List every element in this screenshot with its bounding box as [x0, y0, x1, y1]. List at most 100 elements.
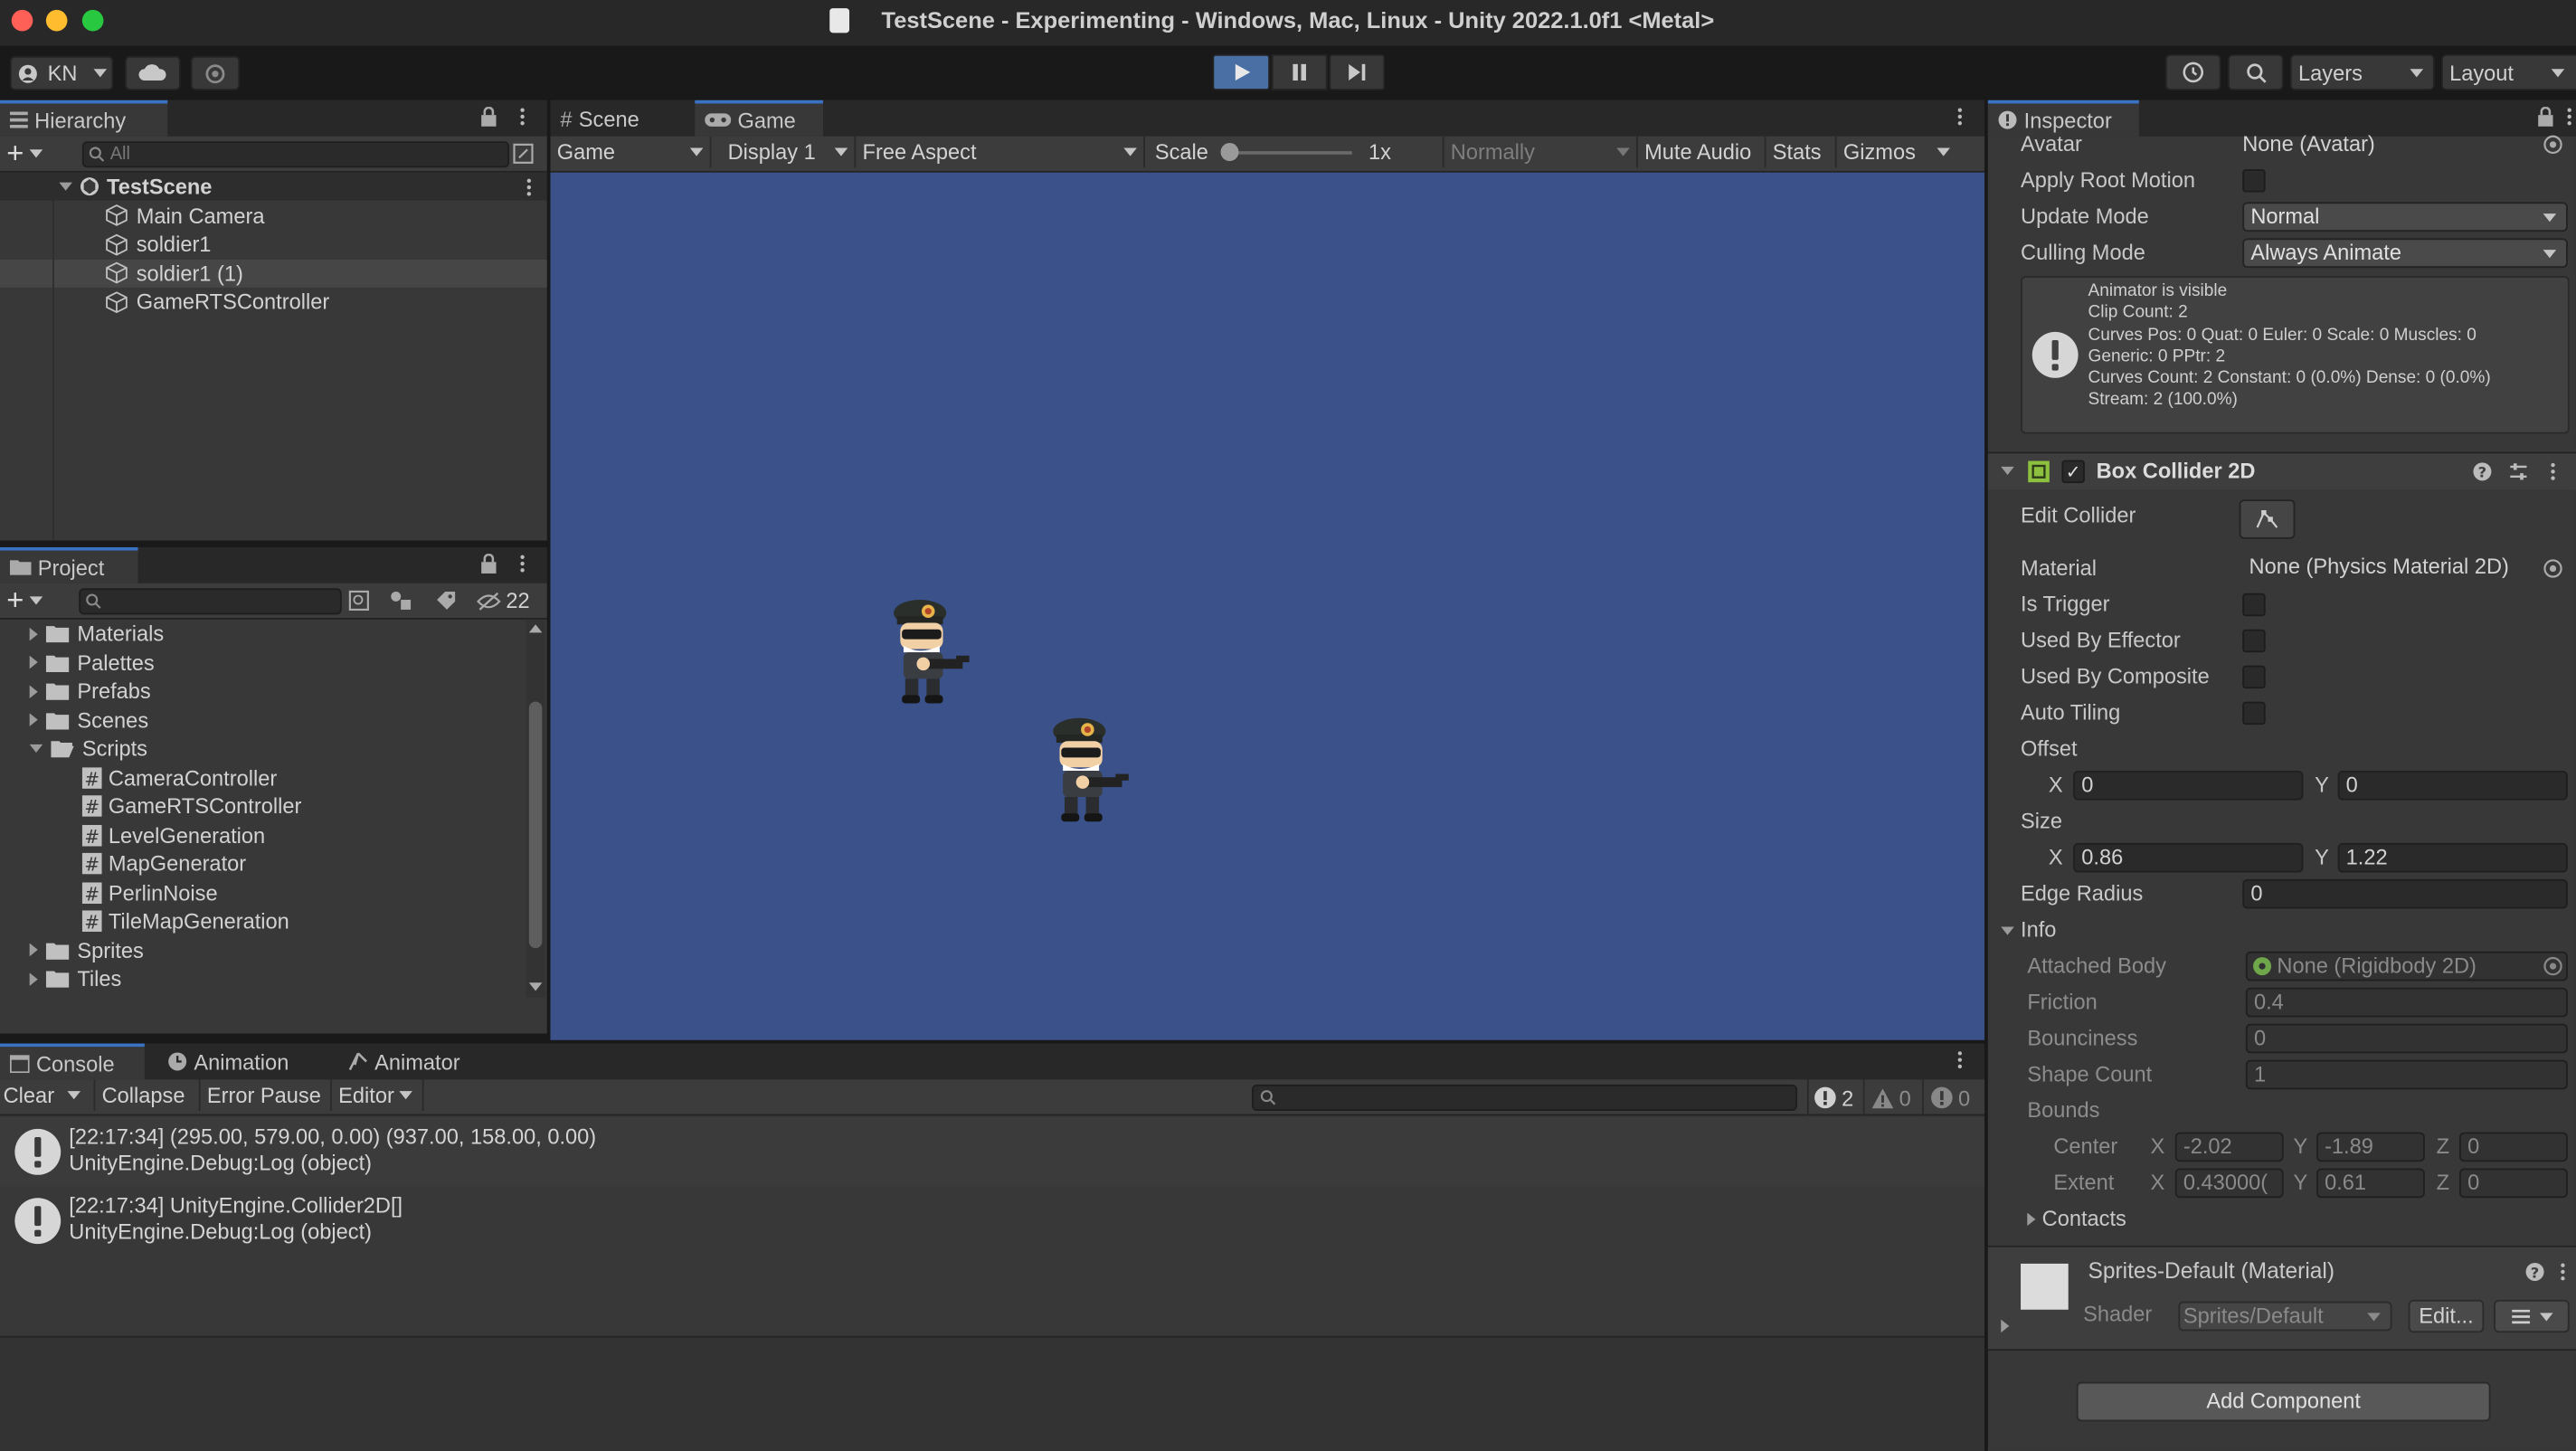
hierarchy-item-main-camera[interactable]: Main Camera [105, 202, 264, 231]
soldier-sprite[interactable] [887, 596, 980, 708]
contacts-foldout[interactable]: Contacts [2027, 1203, 2126, 1236]
cloud-button[interactable] [125, 55, 181, 90]
object-picker-icon[interactable] [2543, 559, 2563, 579]
project-create-dropdown[interactable]: + [6, 585, 43, 614]
update-mode-dropdown[interactable]: Normal [2242, 202, 2568, 232]
close-window-button[interactable] [11, 9, 33, 32]
project-script-tilemapgeneration[interactable]: # TileMapGeneration [81, 907, 289, 936]
is-trigger-checkbox[interactable] [2242, 593, 2266, 617]
tab-hierarchy[interactable]: Hierarchy [0, 100, 168, 137]
play-focus-dropdown[interactable]: Normally [1444, 136, 1638, 168]
kebab-menu-icon[interactable] [1956, 107, 1963, 127]
filter-type-icon[interactable] [389, 590, 412, 612]
pause-button[interactable] [1271, 53, 1328, 90]
horizontal-splitter[interactable] [0, 1039, 1985, 1044]
tab-console[interactable]: Console [0, 1043, 145, 1080]
create-dropdown[interactable]: + [6, 138, 43, 167]
project-folder-scenes[interactable]: Scenes [29, 706, 148, 735]
project-folder-prefabs[interactable]: Prefabs [29, 677, 151, 706]
layout-dropdown[interactable]: Layout [2441, 53, 2576, 90]
hidden-packages-toggle[interactable]: 22 [477, 588, 530, 613]
project-script-gamertscontroller[interactable]: # GameRTSController [81, 792, 301, 821]
tab-scene[interactable]: # Scene [550, 100, 685, 137]
layers-dropdown[interactable]: Layers [2289, 53, 2435, 90]
kebab-menu-icon[interactable] [2560, 1262, 2566, 1282]
hierarchy-search-input[interactable]: All [81, 141, 510, 168]
soldier-sprite[interactable] [1046, 715, 1139, 827]
apply-root-motion-checkbox[interactable] [2242, 169, 2266, 193]
tab-game[interactable]: Game [695, 100, 823, 137]
editor-dropdown[interactable]: Editor [332, 1079, 424, 1111]
tab-animation[interactable]: Animation [157, 1043, 315, 1079]
object-picker-icon[interactable] [2543, 956, 2563, 976]
console-entry[interactable]: [22:17:34] (295.00, 579.00, 0.00) (937.0… [0, 1117, 1985, 1187]
horizontal-splitter[interactable] [0, 540, 547, 547]
add-component-button[interactable]: Add Component [2076, 1381, 2491, 1422]
project-script-levelgeneration[interactable]: # LevelGeneration [81, 820, 265, 849]
shader-dropdown[interactable]: Sprites/Default [2178, 1301, 2392, 1332]
collapse-toggle[interactable]: Collapse [95, 1079, 201, 1111]
edit-shader-button[interactable]: Edit... [2408, 1299, 2485, 1333]
auto-tiling-checkbox[interactable] [2242, 701, 2266, 726]
attached-body-field[interactable]: None (Rigidbody 2D) [2245, 951, 2568, 982]
kebab-menu-icon[interactable] [1956, 1050, 1963, 1070]
material-field[interactable]: None (Physics Material 2D) [2242, 554, 2568, 583]
console-search-input[interactable] [1252, 1084, 1798, 1111]
project-scrollbar[interactable] [526, 619, 546, 998]
offset-y-input[interactable]: 0 [2337, 770, 2568, 801]
stats-toggle[interactable]: Stats [1766, 136, 1837, 168]
object-picker-icon[interactable] [2543, 135, 2563, 155]
undo-history-button[interactable] [2164, 53, 2221, 90]
hierarchy-item-soldier1-1[interactable]: soldier1 (1) [105, 259, 243, 288]
scrollbar-thumb[interactable] [528, 701, 543, 949]
vertical-splitter[interactable] [1984, 100, 1988, 1451]
size-x-input[interactable]: 0.86 [2073, 842, 2304, 873]
scroll-down-icon[interactable] [528, 982, 543, 991]
console-entry[interactable]: [22:17:34] UnityEngine.Collider2D[] Unit… [0, 1186, 1985, 1256]
scroll-up-icon[interactable] [528, 624, 543, 633]
label-tag-icon[interactable] [435, 590, 457, 612]
account-dropdown[interactable]: KN [9, 55, 114, 90]
gizmos-dropdown[interactable]: Gizmos [1837, 137, 1957, 168]
play-button[interactable] [1212, 53, 1270, 90]
scene-visibility-icon[interactable] [513, 143, 535, 165]
lock-icon[interactable] [479, 107, 497, 127]
error-count-toggle[interactable]: 0 [1922, 1079, 1981, 1116]
used-by-effector-checkbox[interactable] [2242, 629, 2266, 653]
tab-animator[interactable]: Animator [338, 1043, 489, 1079]
kebab-menu-icon[interactable] [526, 177, 532, 197]
view-mode-dropdown[interactable]: Game [550, 136, 712, 168]
edge-radius-input[interactable]: 0 [2242, 878, 2568, 909]
info-foldout[interactable]: Info [2001, 914, 2056, 946]
scale-slider-thumb[interactable] [1220, 143, 1239, 162]
project-search-input[interactable] [79, 588, 342, 615]
kebab-menu-icon[interactable] [2550, 461, 2556, 481]
preset-sliders-icon[interactable] [2508, 461, 2528, 481]
hierarchy-item-soldier1[interactable]: soldier1 [105, 230, 211, 259]
project-folder-tiles[interactable]: Tiles [29, 964, 121, 993]
display-dropdown[interactable]: Display 1 [711, 136, 857, 168]
minimize-window-button[interactable] [45, 9, 68, 32]
scene-row[interactable]: TestScene [59, 173, 535, 202]
mute-audio-toggle[interactable]: Mute Audio [1638, 136, 1766, 168]
project-script-cameracontroller[interactable]: # CameraController [81, 763, 277, 792]
zoom-window-button[interactable] [81, 9, 104, 32]
project-folder-sprites[interactable]: Sprites [29, 935, 144, 964]
edit-collider-button[interactable] [2239, 499, 2296, 539]
lock-icon[interactable] [479, 554, 497, 574]
used-by-composite-checkbox[interactable] [2242, 665, 2266, 689]
collab-button[interactable] [190, 55, 241, 90]
vertical-splitter[interactable] [546, 100, 551, 1040]
log-count-toggle[interactable]: 2 [1806, 1079, 1860, 1116]
hierarchy-item-gamertscontroller[interactable]: GameRTSController [105, 288, 329, 317]
help-icon[interactable]: ? [2473, 461, 2493, 481]
size-y-input[interactable]: 1.22 [2337, 842, 2568, 873]
help-icon[interactable]: ? [2525, 1262, 2545, 1282]
culling-mode-dropdown[interactable]: Always Animate [2242, 238, 2568, 269]
box-collider-header[interactable]: ✓ Box Collider 2D ? [1987, 453, 2576, 490]
box-collider-enabled-checkbox[interactable]: ✓ [2061, 460, 2085, 484]
kebab-menu-icon[interactable] [519, 554, 526, 574]
kebab-menu-icon[interactable] [2566, 107, 2572, 127]
project-script-mapgenerator[interactable]: # MapGenerator [81, 849, 246, 878]
lock-icon[interactable] [2536, 107, 2554, 127]
